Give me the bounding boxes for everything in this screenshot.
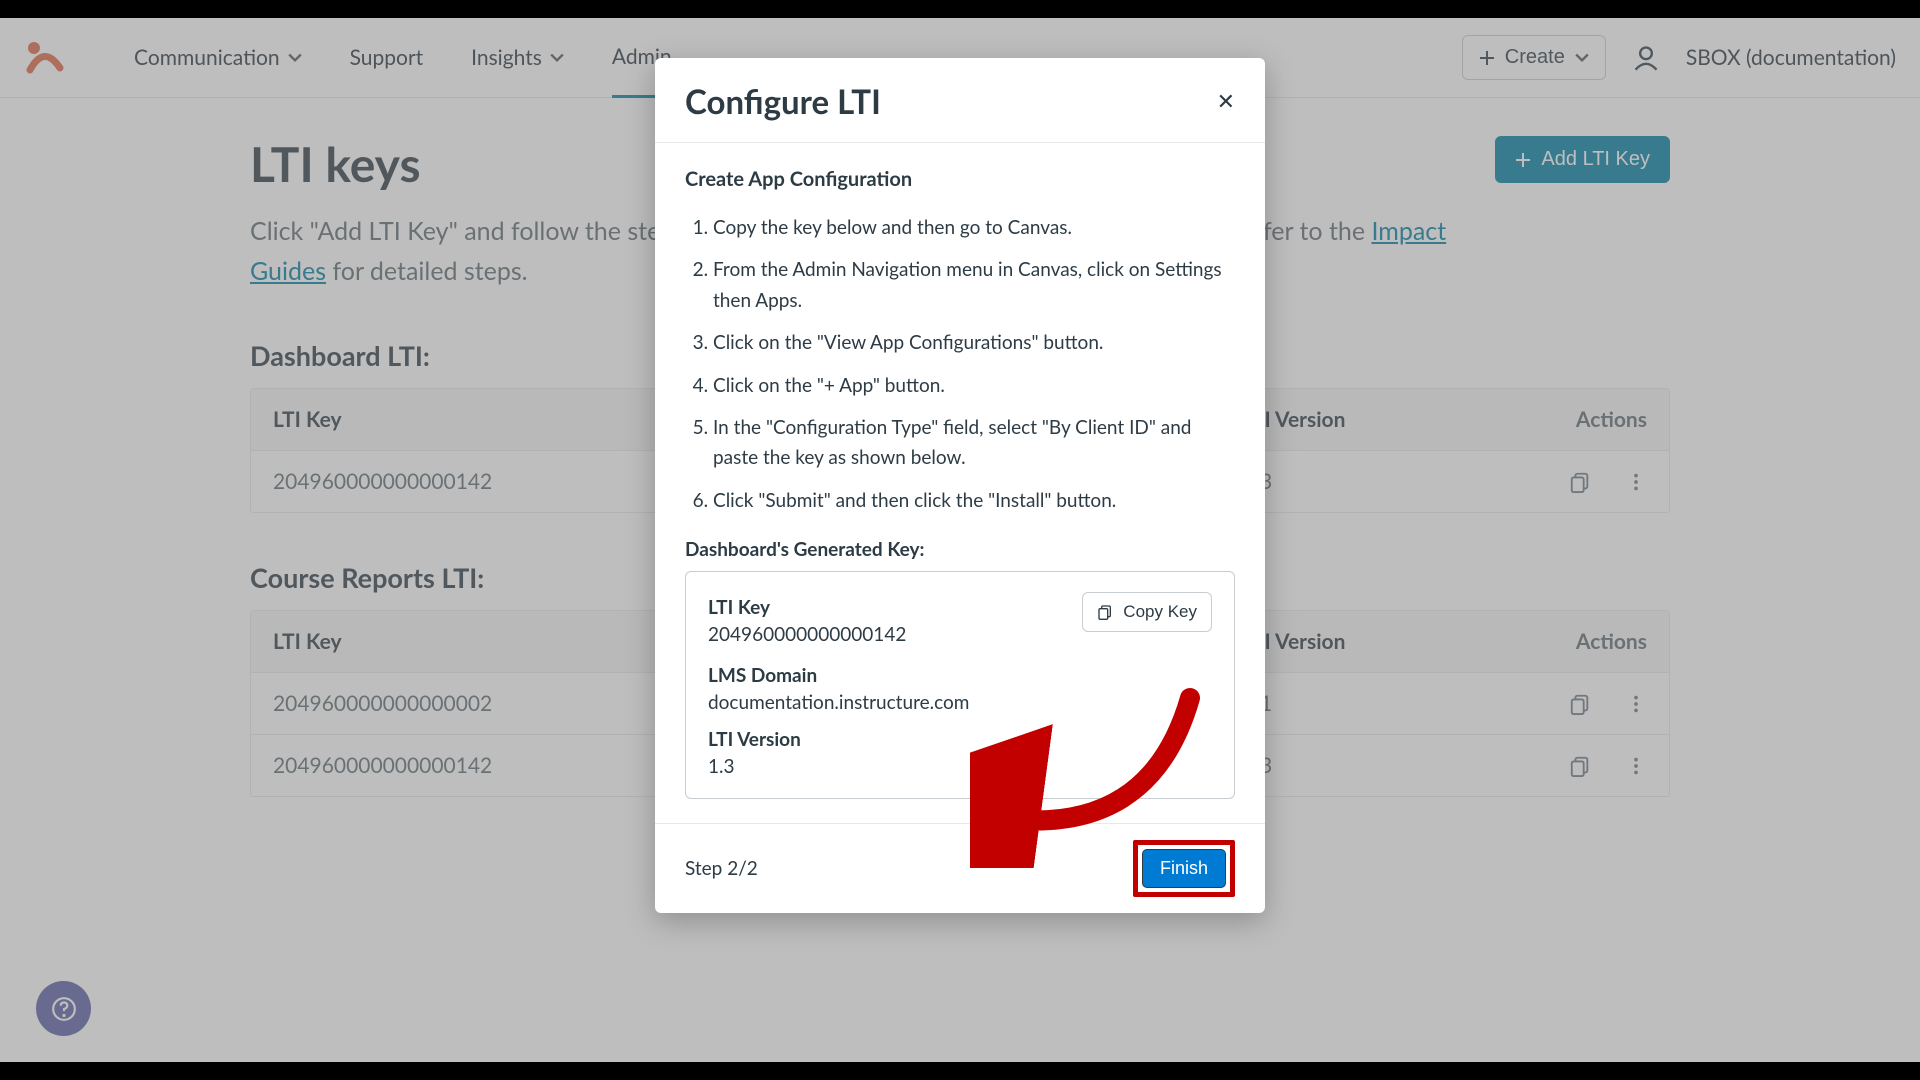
modal-subtitle: Create App Configuration (685, 167, 1235, 191)
list-item: Click on the "+ App" button. (713, 371, 1235, 401)
lti-version-label: LTI Version (708, 728, 1212, 751)
generated-key-label: Dashboard's Generated Key: (685, 538, 1235, 561)
lms-domain-value: documentation.instructure.com (708, 691, 1212, 714)
lti-key-value: 204960000000000142 (708, 623, 906, 646)
instruction-list: Copy the key below and then go to Canvas… (685, 213, 1235, 516)
finish-highlight: Finish (1133, 840, 1235, 897)
list-item: Click "Submit" and then click the "Insta… (713, 486, 1235, 516)
finish-button[interactable]: Finish (1142, 849, 1226, 888)
list-item: In the "Configuration Type" field, selec… (713, 413, 1235, 474)
key-card: LTI Key 204960000000000142 Copy Key LMS … (685, 571, 1235, 799)
copy-icon (1097, 604, 1113, 620)
lms-domain-label: LMS Domain (708, 664, 1212, 687)
close-icon[interactable]: ✕ (1217, 89, 1235, 115)
list-item: From the Admin Navigation menu in Canvas… (713, 255, 1235, 316)
step-indicator: Step 2/2 (685, 857, 758, 880)
list-item: Copy the key below and then go to Canvas… (713, 213, 1235, 243)
lti-key-label: LTI Key (708, 596, 906, 619)
lti-version-value: 1.3 (708, 755, 1212, 778)
list-item: Click on the "View App Configurations" b… (713, 328, 1235, 358)
modal-title: Configure LTI (685, 82, 881, 122)
copy-key-button[interactable]: Copy Key (1082, 592, 1212, 632)
configure-lti-modal: Configure LTI ✕ Create App Configuration… (655, 58, 1265, 913)
